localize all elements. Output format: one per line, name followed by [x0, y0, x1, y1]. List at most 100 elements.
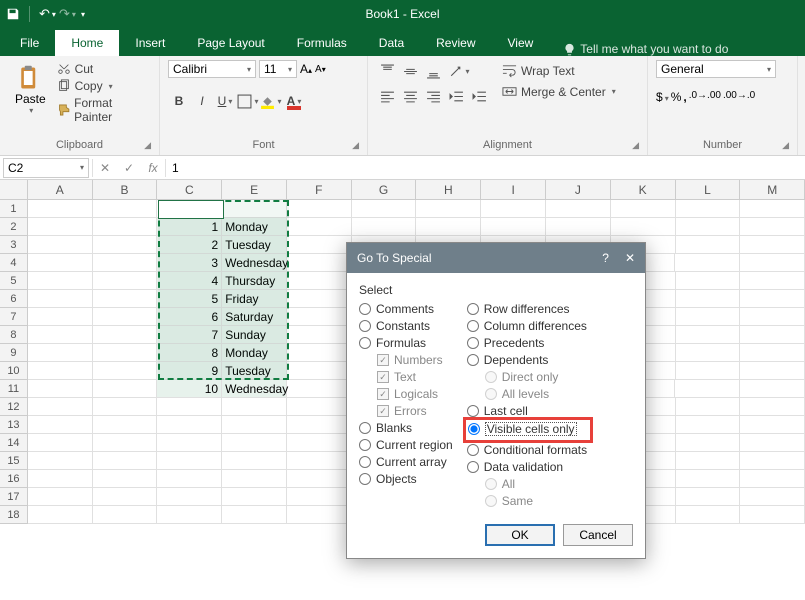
row-header[interactable]: 1 [0, 200, 28, 218]
cell[interactable] [287, 308, 352, 326]
row-header[interactable]: 7 [0, 308, 28, 326]
cell[interactable] [740, 398, 805, 416]
decrease-decimal-icon[interactable]: .00→.0 [723, 90, 755, 104]
cell[interactable] [28, 434, 93, 452]
cell[interactable] [611, 200, 676, 218]
row-header[interactable]: 2 [0, 218, 28, 236]
cell[interactable] [676, 434, 741, 452]
font-name-combo[interactable]: Calibri▾ [168, 60, 256, 78]
cell[interactable] [222, 506, 287, 524]
cell[interactable] [740, 488, 805, 506]
cell[interactable] [93, 218, 158, 236]
ok-button[interactable]: OK [485, 524, 555, 546]
cell[interactable] [546, 200, 611, 218]
option-last-cell[interactable]: Last cell [467, 404, 587, 418]
cell[interactable] [28, 416, 93, 434]
save-icon[interactable] [6, 7, 20, 21]
underline-button[interactable]: U▾ [214, 90, 236, 112]
cell[interactable] [287, 290, 352, 308]
undo-icon[interactable]: ↶▾ [39, 7, 53, 21]
tell-me-search[interactable]: Tell me what you want to do [563, 42, 728, 56]
cell[interactable] [28, 290, 93, 308]
option-visible-cells-only[interactable]: Visible cells only [468, 422, 586, 436]
italic-button[interactable]: I [191, 90, 213, 112]
cancel-formula-icon[interactable]: ✕ [93, 158, 117, 178]
format-painter-button[interactable]: Format Painter [57, 96, 151, 124]
cell[interactable] [93, 236, 158, 254]
dialog-titlebar[interactable]: Go To Special ? ✕ [347, 243, 645, 273]
cell[interactable] [28, 254, 93, 272]
number-format-combo[interactable]: General▾ [656, 60, 776, 78]
column-header[interactable]: A [28, 180, 93, 199]
tab-formulas[interactable]: Formulas [281, 30, 363, 56]
column-header[interactable]: H [416, 180, 481, 199]
cell[interactable] [28, 470, 93, 488]
cell[interactable] [93, 362, 158, 380]
column-header[interactable]: B [93, 180, 158, 199]
bold-button[interactable]: B [168, 90, 190, 112]
column-header[interactable]: E [222, 180, 287, 199]
cell[interactable] [28, 380, 93, 398]
cell[interactable] [157, 452, 222, 470]
cell[interactable]: Wednesday [222, 254, 287, 272]
cell[interactable] [740, 416, 805, 434]
cell[interactable] [287, 200, 352, 218]
cell[interactable] [676, 200, 741, 218]
cell[interactable] [740, 290, 805, 308]
cell[interactable] [222, 434, 287, 452]
dialog-launcher-icon[interactable]: ◢ [352, 140, 359, 151]
border-button[interactable]: ▾ [237, 90, 259, 112]
column-header[interactable]: J [546, 180, 611, 199]
cell[interactable] [740, 254, 805, 272]
cell[interactable] [416, 200, 481, 218]
increase-font-icon[interactable]: A▴ [300, 62, 312, 76]
row-header[interactable]: 8 [0, 326, 28, 344]
cell[interactable] [287, 416, 352, 434]
cell[interactable]: Monday [222, 218, 287, 236]
cell[interactable] [481, 218, 546, 236]
cell[interactable] [740, 308, 805, 326]
cell[interactable] [740, 434, 805, 452]
cell[interactable] [676, 236, 741, 254]
tab-data[interactable]: Data [363, 30, 420, 56]
font-size-combo[interactable]: 11▾ [259, 60, 297, 78]
increase-indent-icon[interactable] [468, 85, 490, 107]
cell[interactable] [740, 200, 805, 218]
cell[interactable] [287, 362, 352, 380]
align-left-icon[interactable] [376, 85, 398, 107]
cell[interactable]: Tuesday [222, 236, 287, 254]
cell[interactable] [222, 200, 287, 218]
decrease-font-icon[interactable]: A▾ [315, 64, 326, 75]
option-row-differences[interactable]: Row differences [467, 302, 587, 316]
cell[interactable] [28, 272, 93, 290]
cell[interactable] [740, 380, 805, 398]
row-header[interactable]: 15 [0, 452, 28, 470]
option-column-differences[interactable]: Column differences [467, 319, 587, 333]
cell[interactable] [222, 470, 287, 488]
align-bottom-icon[interactable] [422, 60, 444, 82]
option-current-array[interactable]: Current array [359, 455, 453, 469]
increase-decimal-icon[interactable]: .0→.00 [689, 90, 721, 104]
cell[interactable] [287, 470, 352, 488]
cell[interactable] [676, 326, 741, 344]
wrap-text-button[interactable]: Wrap Text [502, 63, 616, 78]
cell[interactable] [93, 452, 158, 470]
cell[interactable] [287, 344, 352, 362]
tab-view[interactable]: View [492, 30, 550, 56]
cell[interactable] [28, 362, 93, 380]
option-comments[interactable]: Comments [359, 302, 453, 316]
cell[interactable] [352, 218, 417, 236]
cell[interactable] [352, 200, 417, 218]
align-top-icon[interactable] [376, 60, 398, 82]
help-icon[interactable]: ? [602, 251, 609, 265]
cell[interactable] [93, 290, 158, 308]
tab-home[interactable]: Home [55, 30, 119, 56]
row-header[interactable]: 6 [0, 290, 28, 308]
cell[interactable] [287, 506, 352, 524]
option-objects[interactable]: Objects [359, 472, 453, 486]
cell[interactable] [157, 506, 222, 524]
close-icon[interactable]: ✕ [625, 251, 635, 265]
cell[interactable] [740, 470, 805, 488]
row-header[interactable]: 9 [0, 344, 28, 362]
cell[interactable] [676, 344, 741, 362]
